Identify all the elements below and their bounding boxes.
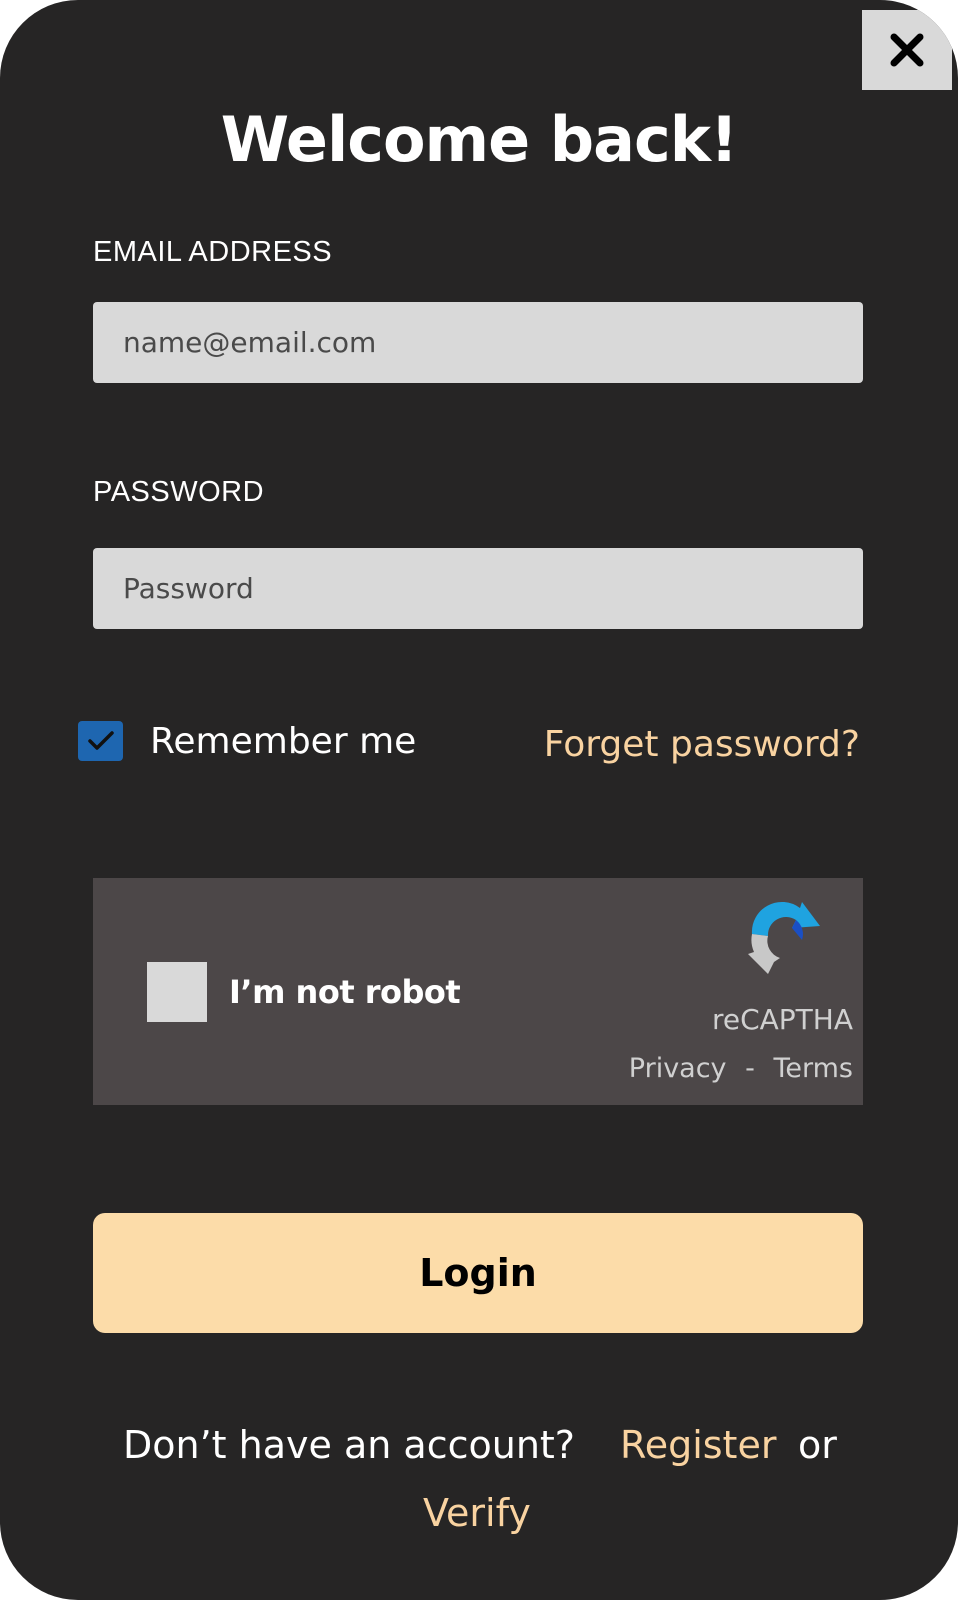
captcha-brand: reCAPTHA (711, 1003, 853, 1036)
register-link[interactable]: Register (620, 1420, 776, 1470)
email-field[interactable] (93, 302, 863, 383)
captcha-privacy-link[interactable]: Privacy (629, 1053, 727, 1084)
recaptcha-widget: I’m not robot reCAPTHA Privacy - Terms (93, 878, 863, 1105)
captcha-separator: - (745, 1053, 755, 1084)
forgot-password-link[interactable]: Forget password? (544, 723, 860, 767)
login-button[interactable]: Login (93, 1213, 863, 1333)
page-title: Welcome back! (220, 103, 739, 176)
verify-link[interactable]: Verify (423, 1488, 531, 1538)
captcha-label: I’m not robot (229, 973, 461, 1011)
captcha-checkbox[interactable] (147, 962, 207, 1022)
password-field[interactable] (93, 548, 863, 629)
recaptcha-logo-icon (748, 901, 820, 974)
captcha-terms-link[interactable]: Terms (773, 1053, 853, 1084)
or-text: or (798, 1423, 837, 1467)
remember-me-checkbox[interactable] (78, 721, 123, 761)
captcha-links: Privacy - Terms (629, 1052, 853, 1086)
remember-me-label[interactable]: Remember me (150, 720, 416, 764)
email-label: EMAIL ADDRESS (93, 236, 333, 268)
close-icon (890, 33, 924, 67)
close-button[interactable] (862, 10, 952, 90)
checkmark-icon (87, 731, 114, 750)
login-modal: Welcome back! EMAIL ADDRESS PASSWORD Rem… (0, 0, 958, 1600)
no-account-text: Don’t have an account? (123, 1423, 575, 1467)
password-label: PASSWORD (93, 476, 265, 508)
